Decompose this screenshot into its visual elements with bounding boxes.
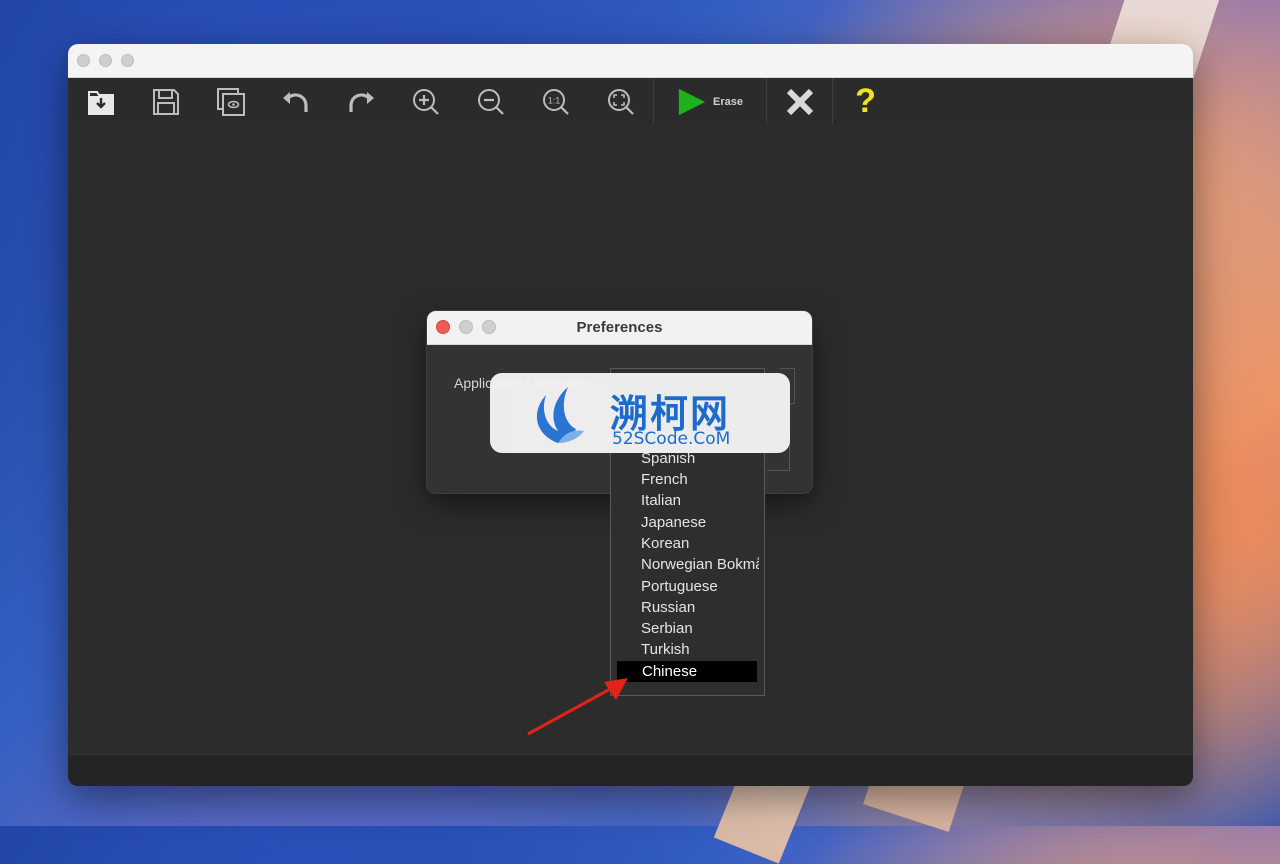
language-option[interactable]: Turkish [641, 641, 759, 658]
language-option[interactable]: Japanese [641, 514, 759, 531]
language-option[interactable]: Italian [641, 492, 759, 509]
language-option[interactable]: Portuguese [641, 578, 759, 595]
language-option[interactable]: Korean [641, 535, 759, 552]
zoom-in-button[interactable] [393, 78, 458, 125]
watermark-logo-icon [536, 387, 584, 443]
main-toolbar: 1:1 Erase ? [68, 78, 1193, 126]
erase-button[interactable]: Erase [654, 78, 766, 125]
actual-size-label: 1:1 [547, 95, 560, 105]
dialog-window-controls [436, 320, 496, 334]
play-icon [678, 88, 706, 115]
erase-label: Erase [713, 95, 743, 108]
save-icon [152, 88, 179, 115]
language-option[interactable]: Russian [641, 599, 759, 616]
actual-size-icon: 1:1 [542, 88, 569, 115]
dialog-close-button[interactable] [436, 320, 450, 334]
language-option[interactable]: French [641, 471, 759, 488]
zoom-out-button[interactable] [458, 78, 523, 125]
cancel-icon [786, 88, 813, 115]
language-option[interactable]: Serbian [641, 620, 759, 637]
import-icon [87, 90, 114, 115]
undo-button[interactable] [263, 78, 328, 125]
redo-icon [348, 91, 374, 112]
dialog-titlebar: Preferences [427, 311, 812, 345]
close-window-button[interactable] [77, 54, 90, 67]
language-option[interactable]: Norwegian Bokmål [641, 556, 759, 573]
dialog-zoom-button[interactable] [482, 320, 496, 334]
zoom-window-button[interactable] [121, 54, 134, 67]
watermark-overlay: 溯柯网 52SCode.CoM [490, 373, 790, 453]
dialog-title: Preferences [576, 319, 663, 336]
import-button[interactable] [68, 78, 133, 125]
preview-button[interactable] [198, 78, 263, 125]
fit-to-window-icon [607, 88, 634, 115]
dialog-minimize-button[interactable] [459, 320, 473, 334]
fit-to-window-button[interactable] [588, 78, 653, 125]
undo-icon [282, 91, 308, 112]
save-button[interactable] [133, 78, 198, 125]
minimize-window-button[interactable] [99, 54, 112, 67]
window-titlebar [68, 44, 1193, 78]
window-controls [77, 54, 134, 67]
status-bar [68, 754, 1193, 786]
cancel-button[interactable] [767, 78, 832, 125]
zoom-in-icon [412, 88, 439, 115]
watermark-subtitle: 52SCode.CoM [612, 429, 731, 449]
red-arrow-annotation [527, 678, 628, 736]
actual-size-button[interactable]: 1:1 [523, 78, 588, 125]
help-button[interactable]: ? [833, 78, 898, 125]
help-icon: ? [855, 82, 876, 120]
zoom-out-icon [477, 88, 504, 115]
redo-button[interactable] [328, 78, 393, 125]
preview-icon [216, 87, 245, 116]
